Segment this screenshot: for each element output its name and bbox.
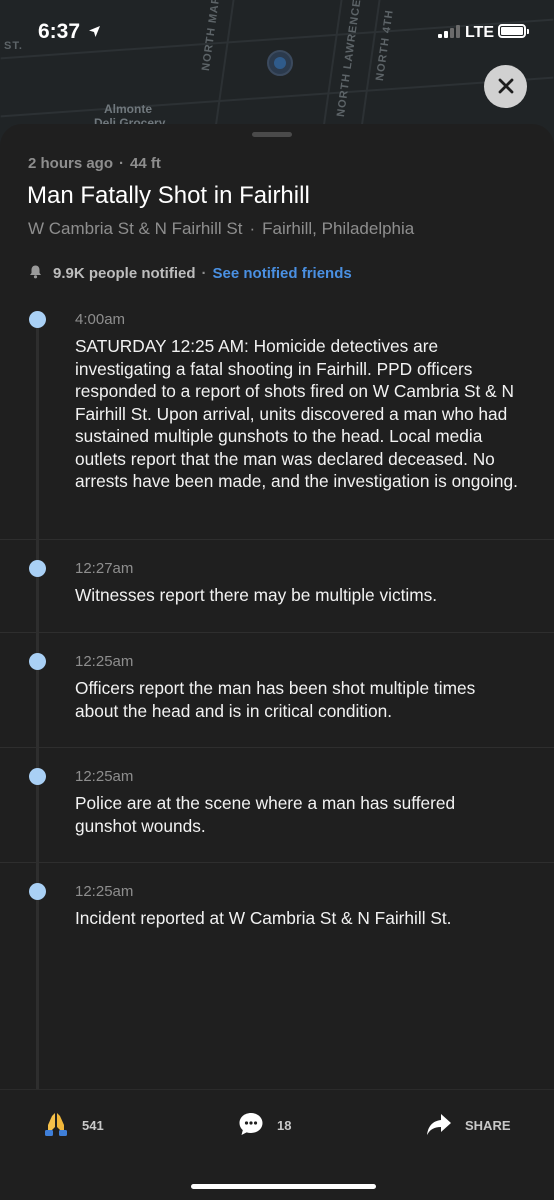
thanks-count: 541 (82, 1118, 104, 1133)
divider (0, 632, 554, 633)
close-icon (498, 78, 513, 94)
battery-icon (498, 24, 526, 38)
update-text: Incident reported at W Cambria St & N Fa… (75, 908, 452, 928)
map-road (0, 76, 554, 118)
update-text: Police are at the scene where a man has … (75, 793, 456, 836)
cellular-signal-icon (438, 25, 462, 38)
incident-location: W Cambria St & N Fairhill St · Fairhill, P… (28, 219, 414, 239)
update-time: 12:25am (75, 883, 134, 900)
place-label: Almonte (104, 102, 152, 116)
divider (0, 539, 554, 540)
update-text: Witnesses report there may be multiple v… (75, 585, 438, 605)
update-time: 12:27am (75, 560, 134, 577)
home-indicator[interactable] (191, 1184, 376, 1189)
incident-intersection: W Cambria St & N Fairhill St (28, 219, 243, 238)
separator-dot: · (119, 155, 125, 172)
status-bar: 6:37 LTE (0, 0, 554, 66)
praying-hands-icon (42, 1110, 70, 1141)
comment-count: 18 (277, 1118, 292, 1133)
incident-sheet: 2 hours ago · 44 ft Man Fatally Shot in Fa… (0, 124, 554, 1200)
action-bar-divider (0, 1089, 554, 1090)
network-type: LTE (465, 24, 495, 41)
timeline-dot (29, 768, 46, 785)
comment-button[interactable]: 18 (237, 1110, 291, 1141)
battery-tip (527, 29, 529, 34)
timeline-dot (29, 653, 46, 670)
update-text: SATURDAY 12:25 AM: Homicide detectives a… (75, 336, 518, 491)
update-time: 4:00am (75, 311, 126, 328)
divider (0, 862, 554, 863)
separator-dot: · (249, 219, 256, 238)
incident-age: 2 hours ago (28, 155, 114, 172)
share-arrow-icon (425, 1110, 453, 1141)
notified-count: 9.9K people notified (53, 265, 196, 282)
incident-title: Man Fatally Shot in Fairhill (27, 182, 310, 209)
close-button[interactable] (484, 65, 527, 108)
update-text: Officers report the man has been shot mu… (75, 678, 476, 721)
location-arrow-icon (88, 25, 101, 43)
thanks-button[interactable]: 541 (42, 1110, 104, 1141)
separator-dot: · (201, 265, 207, 282)
incident-neighborhood: Fairhill, Philadelphia (262, 219, 415, 238)
status-time: 6:37 (38, 20, 81, 43)
timeline-dot (29, 883, 46, 900)
share-button[interactable]: SHARE (425, 1110, 511, 1141)
notified-row: 9.9K people notified · See notified frie… (28, 264, 352, 283)
update-time: 12:25am (75, 653, 134, 670)
share-label: SHARE (465, 1118, 511, 1133)
incident-meta: 2 hours ago · 44 ft (28, 155, 161, 172)
comment-bubble-icon (237, 1110, 265, 1141)
timeline-line (36, 319, 39, 1089)
bell-icon (28, 264, 43, 283)
see-notified-friends-link[interactable]: See notified friends (213, 265, 352, 282)
sheet-grabber[interactable] (252, 132, 292, 137)
incident-screen: ST. NORTH MARSH NORTH LAWRENCE NORTH 4TH… (0, 0, 554, 1200)
timeline-dot (29, 560, 46, 577)
update-time: 12:25am (75, 768, 134, 785)
divider (0, 747, 554, 748)
incident-distance: 44 ft (130, 155, 161, 172)
timeline-dot (29, 311, 46, 328)
